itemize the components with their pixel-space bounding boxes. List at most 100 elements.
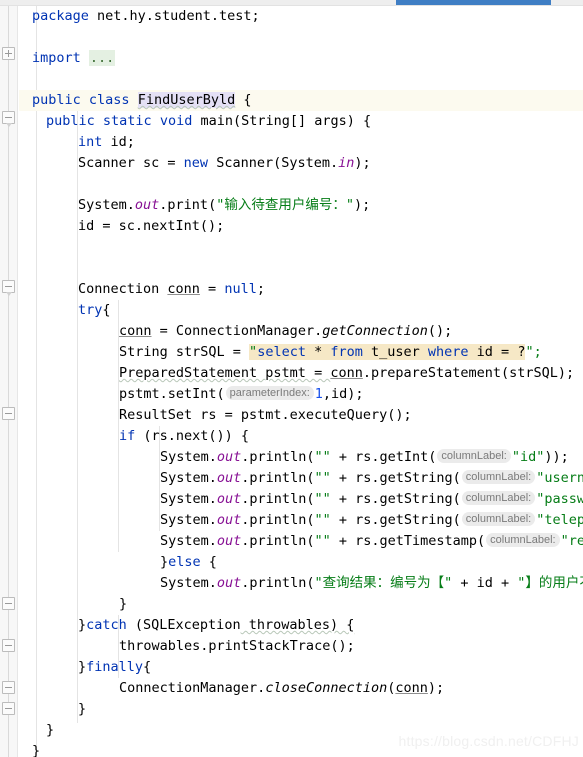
token-scanner-new: Scanner(System.	[208, 155, 339, 171]
token-column-username: "username"	[536, 470, 583, 486]
token-column-password: "password"	[536, 491, 583, 507]
token-system-out: out	[216, 575, 242, 591]
token-package-name: net.hy.student.test;	[88, 8, 260, 24]
token-notfound-string-a: "查询结果：编号为【"	[314, 575, 453, 591]
token-sql-quote-open: "	[249, 344, 258, 360]
code-line-sql[interactable]: String strSQL = "select * from t_user wh…	[19, 342, 583, 363]
code-line[interactable]: }else {	[19, 552, 583, 573]
code-line[interactable]: package net.hy.student.test;	[19, 6, 583, 27]
code-line[interactable]: }catch (SQLException throwables) {	[19, 615, 583, 636]
code-line[interactable]: Connection conn = null;	[19, 279, 583, 300]
token-system-out: out	[216, 512, 242, 528]
code-line[interactable]: public static void main(String[] args) {	[19, 111, 583, 132]
token-keyword-null: null	[224, 281, 257, 297]
code-line[interactable]: System.out.println("" + rs.getString(col…	[19, 510, 583, 531]
code-line[interactable]	[19, 237, 583, 258]
code-line[interactable]: System.out.println("查询结果：编号为【" + id + "】…	[19, 573, 583, 594]
code-line[interactable]: PreparedStatement pstmt = conn.prepareSt…	[19, 363, 583, 384]
inlay-hint-column-label[interactable]: columnLabel:	[461, 470, 536, 484]
code-line[interactable]: conn = ConnectionManager.getConnection()…	[19, 321, 583, 342]
token-scanner-decl: Scanner sc =	[78, 155, 184, 171]
code-line[interactable]: ConnectionManager.closeConnection(conn);	[19, 678, 583, 699]
code-line[interactable]: }finally{	[19, 657, 583, 678]
token-keyword-else: else	[168, 554, 201, 570]
fold-collapse-if-icon[interactable]	[2, 407, 15, 420]
code-line[interactable]: pstmt.setInt(parameterIndex: 1,id);	[19, 384, 583, 405]
token-id-var: id	[476, 575, 493, 591]
inlay-hint-column-label[interactable]: columnLabel:	[461, 512, 536, 526]
code-line[interactable]: ResultSet rs = pstmt.executeQuery();	[19, 405, 583, 426]
folded-imports-region[interactable]: ...	[88, 50, 116, 66]
code-line[interactable]: }	[19, 720, 583, 741]
fold-collapse-finally-icon[interactable]	[2, 639, 15, 652]
token-keyword-static: static	[102, 113, 152, 129]
fold-expand-imports-icon[interactable]	[2, 47, 15, 60]
token-system-prefix: System.	[78, 197, 135, 213]
token-prepare-statement: .prepareStatement(strSQL);	[362, 365, 575, 381]
code-line[interactable]	[19, 69, 583, 90]
token-keyword-if: if	[119, 428, 136, 444]
token-conn-var: conn	[330, 365, 363, 381]
code-line[interactable]: id = sc.nextInt();	[19, 216, 583, 237]
token-rs-decl: ResultSet rs = pstmt.executeQuery();	[119, 407, 412, 423]
token-prompt-string: "输入待查用户编号："	[216, 197, 354, 213]
token-close-connection: closeConnection	[265, 680, 388, 696]
fold-collapse-try-icon[interactable]	[2, 280, 15, 296]
token-keyword-catch: catch	[86, 617, 127, 633]
token-strsql-decl: String strSQL =	[119, 344, 250, 360]
fold-collapse-block-icon[interactable]	[2, 681, 15, 694]
token-rs-getint: rs.getInt(	[355, 449, 437, 465]
code-line[interactable]: System.out.println("" + rs.getString(col…	[19, 468, 583, 489]
fold-collapse-class-icon[interactable]	[2, 702, 15, 715]
token-pstmt-decl: PreparedStatement pstmt =	[119, 365, 331, 381]
token-rs-gettimestamp: rs.getTimestamp(	[355, 533, 486, 549]
token-sql-from: from	[330, 344, 363, 360]
token-system-out: out	[216, 533, 242, 549]
code-line[interactable]: try{	[19, 300, 583, 321]
token-sql-quote-close: ";	[525, 344, 542, 360]
code-line[interactable]: int id;	[19, 132, 583, 153]
token-keyword-finally: finally	[86, 659, 144, 675]
token-int-decl: id;	[102, 134, 135, 150]
code-line[interactable]: }	[19, 594, 583, 615]
code-line[interactable]: }	[19, 699, 583, 720]
class-name-token[interactable]: FindUserByld	[137, 92, 236, 108]
code-line[interactable]: }	[19, 741, 583, 757]
token-close-brace: }	[119, 596, 128, 612]
token-keyword-int: int	[78, 134, 103, 150]
token-keyword-try: try	[78, 302, 103, 318]
token-setint-rest: ,id);	[322, 386, 364, 402]
token-setint-call: pstmt.setInt(	[119, 386, 225, 402]
code-line[interactable]: System.out.println("" + rs.getTimestamp(…	[19, 531, 583, 552]
code-area[interactable]: package net.hy.student.test; import ... …	[19, 6, 583, 757]
code-line[interactable]: if (rs.next()) {	[19, 426, 583, 447]
code-line-class-declaration[interactable]: public class FindUserByld {	[19, 90, 583, 111]
fold-collapse-method-icon[interactable]	[2, 111, 15, 127]
code-line[interactable]	[19, 258, 583, 279]
token-catch-var: throwables) {	[240, 617, 355, 633]
token-keyword-new: new	[183, 155, 209, 171]
token-keyword-package: package	[32, 8, 89, 24]
token-keyword-public: public	[46, 113, 95, 129]
token-sql-where: where	[427, 344, 469, 360]
token-get-connection: getConnection	[322, 323, 428, 339]
token-setint-number: 1	[314, 386, 323, 402]
inlay-hint-column-label[interactable]: columnLabel:	[437, 449, 511, 463]
code-line[interactable]: import ...	[19, 48, 583, 69]
code-line[interactable]: System.out.print("输入待查用户编号：");	[19, 195, 583, 216]
code-line[interactable]: throwables.printStackTrace();	[19, 636, 583, 657]
token-if-condition: (rs.next()) {	[135, 428, 250, 444]
token-method-signature: main(String[] args) {	[192, 113, 372, 129]
code-line[interactable]	[19, 174, 583, 195]
code-line[interactable]: System.out.println("" + rs.getInt(column…	[19, 447, 583, 468]
horizontal-scrollbar-thumb[interactable]	[396, 0, 551, 5]
code-line[interactable]: Scanner sc = new Scanner(System.in);	[19, 153, 583, 174]
code-line[interactable]	[19, 27, 583, 48]
inlay-hint-column-label[interactable]: columnLabel:	[486, 533, 560, 547]
fold-collapse-catch-icon[interactable]	[2, 597, 15, 610]
inlay-hint-parameter-index[interactable]: parameterIndex:	[225, 386, 314, 400]
inlay-hint-column-label[interactable]: columnLabel:	[461, 491, 536, 505]
token-keyword-void: void	[159, 113, 193, 129]
code-line[interactable]: System.out.println("" + rs.getString(col…	[19, 489, 583, 510]
token-column-id: "id"	[511, 449, 545, 465]
